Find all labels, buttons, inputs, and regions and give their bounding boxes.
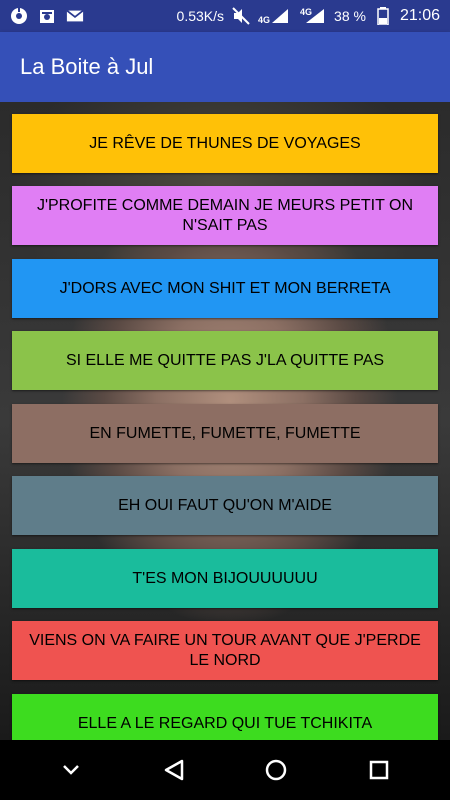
camera-notification-icon xyxy=(38,7,56,25)
sound-button-label: EH OUI FAUT QU'ON M'AIDE xyxy=(118,496,332,514)
signal-4g-icon-2: 4G xyxy=(300,7,326,25)
sound-button-1[interactable]: JE RÊVE DE THUNES DE VOYAGES xyxy=(12,114,438,173)
network-speed: 0.53K/s xyxy=(176,8,225,24)
network-type-2: 4G xyxy=(300,7,313,17)
back-icon[interactable] xyxy=(154,750,194,790)
sound-button-6[interactable]: EH OUI FAUT QU'ON M'AIDE xyxy=(12,476,438,535)
sound-button-label: JE RÊVE DE THUNES DE VOYAGES xyxy=(89,134,361,152)
sound-board[interactable]: JE RÊVE DE THUNES DE VOYAGES J'PROFITE C… xyxy=(0,102,450,740)
app-notification-icon xyxy=(10,7,28,25)
sound-button-label: VIENS ON VA FAIRE UN TOUR AVANT QUE J'PE… xyxy=(29,631,421,669)
sound-button-8[interactable]: VIENS ON VA FAIRE UN TOUR AVANT QUE J'PE… xyxy=(12,621,438,680)
network-type: 4G xyxy=(258,15,271,25)
navigation-bar xyxy=(0,740,450,800)
sound-button-5[interactable]: EN FUMETTE, FUMETTE, FUMETTE xyxy=(12,404,438,463)
chevron-down-icon[interactable] xyxy=(51,750,91,790)
signal-4g-icon: 4G xyxy=(258,7,292,25)
sound-button-3[interactable]: J'DORS AVEC MON SHIT ET MON BERRETA xyxy=(12,259,438,318)
sound-button-4[interactable]: SI ELLE ME QUITTE PAS J'LA QUITTE PAS xyxy=(12,331,438,390)
sound-button-7[interactable]: T'ES MON BIJOUUUUUU xyxy=(12,549,438,608)
sound-button-label: J'DORS AVEC MON SHIT ET MON BERRETA xyxy=(59,279,391,297)
sound-button-2[interactable]: J'PROFITE COMME DEMAIN JE MEURS PETIT ON… xyxy=(12,186,438,245)
sound-button-9[interactable]: ELLE A LE REGARD QUI TUE TCHIKITA xyxy=(12,694,438,740)
sound-button-label: EN FUMETTE, FUMETTE, FUMETTE xyxy=(89,424,361,442)
mail-icon xyxy=(66,7,84,25)
sound-button-label: SI ELLE ME QUITTE PAS J'LA QUITTE PAS xyxy=(65,351,385,369)
battery-level: 38 % xyxy=(334,8,366,24)
sound-button-label: T'ES MON BIJOUUUUUU xyxy=(132,569,318,587)
mute-icon xyxy=(232,7,250,25)
status-bar: 0.53K/s 4G 4G 38 % 21:06 xyxy=(0,0,450,32)
battery-icon xyxy=(374,7,392,25)
sound-button-label: J'PROFITE COMME DEMAIN JE MEURS PETIT ON… xyxy=(36,196,414,234)
clock: 21:06 xyxy=(399,7,440,24)
home-icon[interactable] xyxy=(256,750,296,790)
app-bar: La Boite à Jul xyxy=(0,32,450,102)
app-title: La Boite à Jul xyxy=(20,54,154,79)
recents-icon[interactable] xyxy=(359,750,399,790)
sound-button-label: ELLE A LE REGARD QUI TUE TCHIKITA xyxy=(77,714,373,732)
